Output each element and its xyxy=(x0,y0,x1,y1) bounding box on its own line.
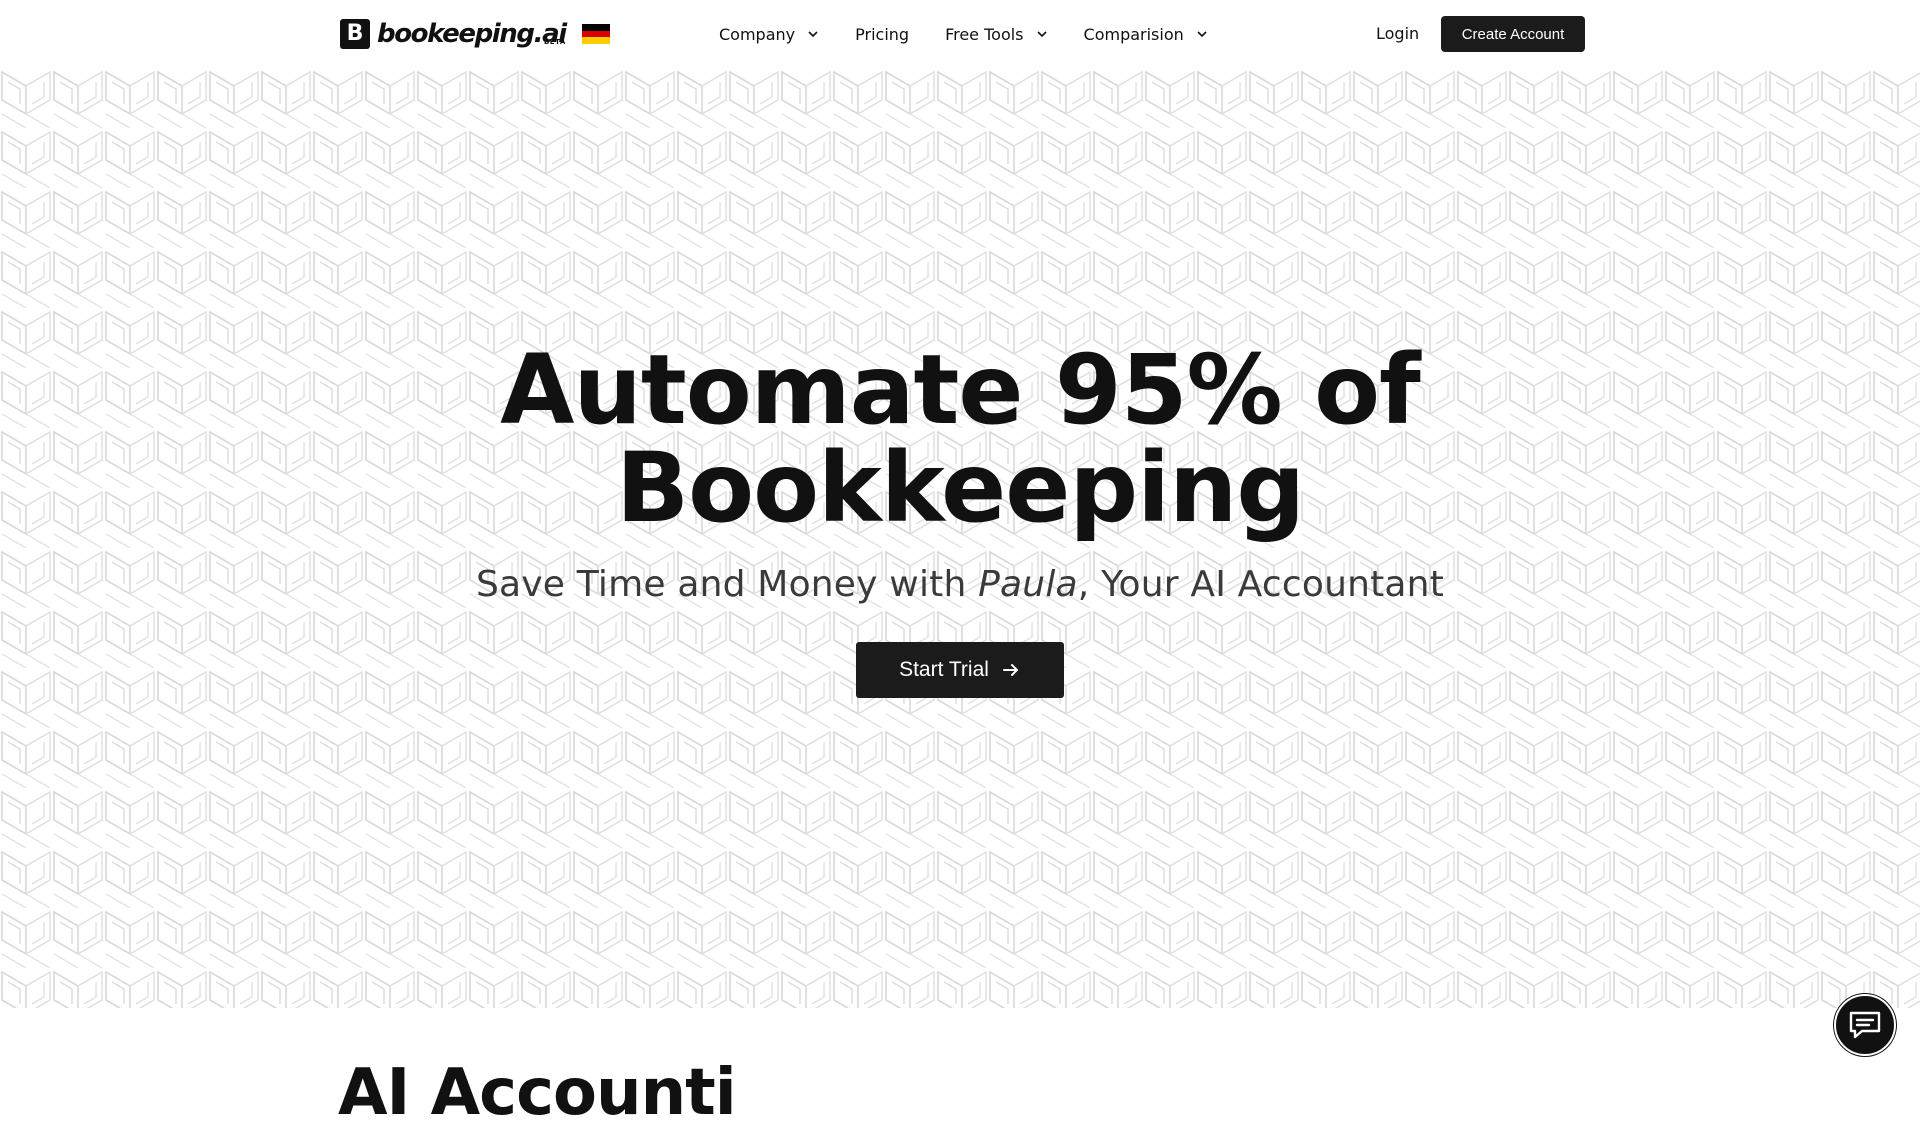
nav-item-pricing[interactable]: Pricing xyxy=(855,25,909,44)
hero-title-line1: Automate 95% of xyxy=(500,334,1421,446)
logo-text: bookeeping.ai xyxy=(377,19,567,49)
nav-item-label: Comparision xyxy=(1083,24,1184,44)
main-nav: Company Pricing Free Tools Comparision xyxy=(719,0,1244,68)
hero-section: Automate 95% of Bookkeeping Save Time an… xyxy=(0,68,1920,1008)
assistant-name: Paula xyxy=(978,564,1078,605)
subtitle-text-start: Save Time and Money with xyxy=(475,564,979,605)
beta-badge: BETA xyxy=(543,38,566,46)
logo-wordmark: bookeeping.ai BETA xyxy=(377,19,567,49)
section-heading: AI Accounti xyxy=(338,1056,737,1130)
germany-flag-icon[interactable] xyxy=(581,24,610,45)
nav-item-free-tools[interactable]: Free Tools xyxy=(945,25,1047,44)
nav-item-label: Company xyxy=(719,24,796,44)
nav-item-label: Free Tools xyxy=(945,24,1024,44)
nav-item-label: Pricing xyxy=(855,24,910,44)
hero-subtitle: Save Time and Money with Paula, Your AI … xyxy=(0,564,1920,605)
start-trial-label: Start Trial xyxy=(899,658,989,681)
create-account-button[interactable]: Create Account xyxy=(1441,16,1585,52)
hero-title-line2: Bookkeeping xyxy=(615,432,1305,544)
logo-mark-icon: B xyxy=(340,19,370,49)
chevron-down-icon xyxy=(1197,31,1207,38)
arrow-right-icon xyxy=(1002,664,1018,676)
chevron-down-icon xyxy=(808,31,818,38)
logo[interactable]: B bookeeping.ai BETA xyxy=(340,18,610,50)
hero-title: Automate 95% of Bookkeeping xyxy=(0,341,1920,537)
site-header: B bookeeping.ai BETA Company Pricing Fre… xyxy=(0,0,1920,68)
chat-icon xyxy=(1849,1011,1881,1039)
start-trial-button[interactable]: Start Trial xyxy=(856,642,1064,698)
login-link[interactable]: Login xyxy=(1376,24,1419,43)
chevron-down-icon xyxy=(1036,31,1047,38)
nav-item-company[interactable]: Company xyxy=(719,25,819,44)
nav-item-comparision[interactable]: Comparision xyxy=(1084,25,1208,44)
subtitle-text-end: , Your AI Accountant xyxy=(1077,564,1445,605)
chat-widget-button[interactable] xyxy=(1834,994,1896,1056)
